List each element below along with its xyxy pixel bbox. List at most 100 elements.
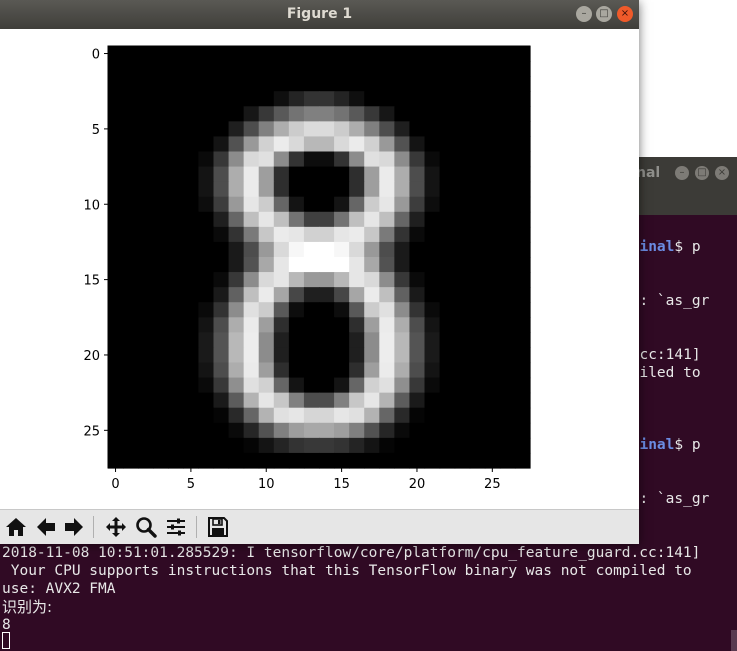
y-tick-label: 15 [83, 274, 100, 289]
pixel-cell [108, 272, 124, 288]
pixel-cell [394, 46, 411, 62]
pixel-cell [439, 377, 456, 394]
pixel-cell [198, 91, 215, 107]
pixel-cell [484, 272, 501, 288]
pixel-cell [303, 91, 320, 107]
pixel-cell [364, 241, 380, 258]
pixel-cell [334, 106, 350, 122]
pixel-cell [364, 257, 380, 273]
terminal-maximize-button[interactable]: □ [695, 166, 709, 180]
pixel-cell [258, 407, 275, 424]
pixel-cell [303, 226, 320, 243]
pixel-cell [394, 196, 411, 213]
terminal-minimize-button[interactable]: – [675, 166, 689, 180]
pixel-cell [439, 347, 456, 364]
pixel-cell [469, 272, 486, 288]
pixel-cell [484, 302, 501, 318]
pixel-cell [258, 422, 275, 439]
pixel-cell [138, 121, 154, 138]
pixel-cell [379, 61, 395, 77]
figure-window[interactable]: Figure 1 – □ × 0 5 10 15 20 25 0 5 10 15 20 25 [0, 0, 639, 544]
pixel-cell [379, 226, 395, 243]
pixel-cell [349, 347, 365, 364]
pixel-cell [424, 106, 441, 122]
pixel-cell [153, 437, 169, 454]
forward-button[interactable] [61, 514, 87, 540]
minimize-button[interactable]: – [576, 6, 592, 22]
terminal-scrollbar[interactable] [731, 630, 737, 651]
pixel-cell [288, 362, 305, 379]
pixel-cell [454, 46, 471, 62]
pixel-cell [379, 407, 395, 424]
pixel-cell [273, 332, 290, 349]
pixel-cell [319, 377, 335, 394]
pixel-cell [424, 166, 441, 183]
pixel-cell [499, 241, 516, 258]
pan-button[interactable] [103, 514, 129, 540]
home-button[interactable] [3, 514, 29, 540]
pixel-cell [484, 151, 501, 168]
pixel-cell [138, 347, 154, 364]
pixel-cell [379, 211, 395, 228]
pixel-cell [514, 272, 531, 288]
figure-titlebar[interactable]: Figure 1 – □ × [0, 0, 639, 29]
pixel-cell [409, 332, 426, 349]
pixel-cell [243, 437, 260, 454]
pixel-cell [349, 61, 365, 77]
pixel-cell [303, 362, 320, 379]
y-tick-label: 10 [83, 198, 100, 213]
pixel-cell [319, 422, 335, 439]
figure-canvas[interactable]: 0 5 10 15 20 25 0 5 10 15 20 25 [0, 29, 639, 509]
pixel-cell [454, 407, 471, 424]
pixel-cell [469, 76, 486, 92]
pixel-cell [334, 452, 350, 469]
terminal-close-button[interactable]: × [715, 166, 729, 180]
pixel-cell [288, 181, 305, 198]
pixel-cell [213, 407, 230, 424]
pixel-cell [243, 226, 260, 243]
pixel-cell [168, 422, 184, 439]
pixel-grid [108, 46, 531, 469]
pixel-cell [379, 392, 395, 409]
pixel-cell [168, 452, 184, 469]
pixel-cell [168, 302, 184, 318]
pixel-cell [168, 166, 184, 183]
pixel-cell [168, 121, 184, 138]
pixel-cell [153, 211, 169, 228]
pixel-cell [213, 226, 230, 243]
pixel-cell [198, 106, 215, 122]
pixel-cell [334, 151, 350, 168]
pixel-cell [273, 272, 290, 288]
pixel-cell [409, 46, 426, 62]
pixel-cell [123, 302, 139, 318]
pixel-cell [379, 181, 395, 198]
pixel-cell [484, 392, 501, 409]
close-button[interactable]: × [617, 6, 633, 22]
maximize-button[interactable]: □ [596, 6, 612, 22]
pixel-cell [288, 272, 305, 288]
pixel-cell [364, 317, 380, 333]
pixel-cell [303, 302, 320, 318]
pixel-cell [168, 332, 184, 349]
pixel-cell [108, 347, 124, 364]
pixel-cell [273, 226, 290, 243]
back-button[interactable] [33, 514, 59, 540]
pixel-cell [499, 332, 516, 349]
pixel-cell [394, 452, 411, 469]
pixel-cell [138, 452, 154, 469]
pixel-cell [469, 392, 486, 409]
pixel-cell [334, 76, 350, 92]
pixel-cell [379, 46, 395, 62]
pixel-cell [228, 377, 245, 394]
zoom-button[interactable] [133, 514, 159, 540]
pixel-cell [469, 136, 486, 153]
pixel-cell [349, 272, 365, 288]
pixel-cell [123, 452, 139, 469]
pixel-cell [108, 452, 124, 469]
save-button[interactable] [205, 514, 231, 540]
configure-subplots-button[interactable] [163, 514, 189, 540]
pixel-cell [409, 181, 426, 198]
pixel-cell [123, 392, 139, 409]
pixel-cell [409, 422, 426, 439]
pixel-cell [258, 272, 275, 288]
